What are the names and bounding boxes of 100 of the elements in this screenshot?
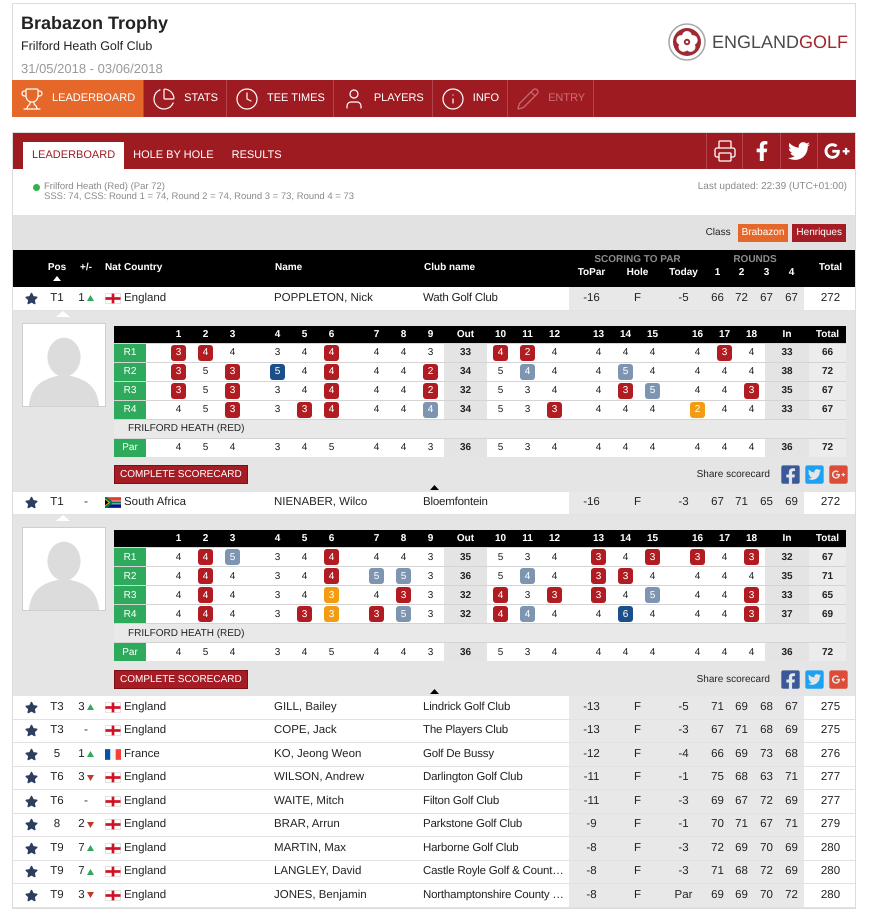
round-score: 66 [706,287,729,310]
round-score: 69 [729,837,754,860]
complete-scorecard-button[interactable]: COMPLETE SCORECARD [114,670,248,688]
favourite-star-icon[interactable] [25,748,38,761]
logo-wordmark: ENGLANDGOLF [712,31,848,53]
column-header[interactable]: 4 [788,267,794,279]
position: 5 [54,746,60,762]
hole-score: 4 [374,346,380,360]
hole-score: 4 [198,344,213,360]
par-value: 4 [400,646,406,660]
hole-score: 4 [722,588,728,602]
par-label: Par [114,438,146,456]
total-score: 72 [809,643,846,661]
favourite-star-icon[interactable] [25,818,38,832]
class-option[interactable]: Henriques [792,224,846,242]
nav-tab[interactable]: TEE TIMES [226,80,334,117]
hole-score: 3 [428,346,434,360]
today-score: -3 [661,492,706,514]
round-score: 69 [779,492,804,514]
caret-up-icon [430,484,438,490]
to-par-score: -8 [569,884,614,906]
column-header[interactable]: 2 [738,267,744,279]
hole-number: 8 [400,328,406,342]
hole-score: 3 [225,402,240,418]
hole-score: 4 [622,346,628,360]
hole-status: F [614,766,661,789]
hole-score: 3 [547,587,562,603]
facebook-icon[interactable] [780,668,801,690]
position-change: - [84,723,88,738]
par-value: 3 [428,441,434,455]
hole-number: 14 [620,328,632,342]
facebook-icon[interactable] [780,464,801,485]
par-value: 4 [748,646,754,660]
total-score: 276 [820,746,840,762]
favourite-star-icon[interactable] [25,700,38,714]
hole-score: 4 [552,346,558,360]
hole-score: 3 [524,588,530,602]
today-score: -1 [661,814,706,836]
hole-score: 4 [650,608,656,622]
hole-score: 3 [428,608,434,622]
hole-score: 5 [498,570,504,584]
total-score: 280 [820,864,840,880]
complete-scorecard-button[interactable]: COMPLETE SCORECARD [114,465,248,484]
column-header[interactable]: 3 [764,267,770,279]
clock-icon [234,86,259,110]
country-name: England [124,700,166,715]
column-header[interactable]: Club name [423,262,476,274]
hole-score: 4 [694,570,700,584]
favourite-star-icon[interactable] [25,842,38,855]
hole-score: 3 [547,402,562,418]
column-header[interactable]: Total [818,262,842,274]
club-name: Harborne Golf Club [423,840,518,856]
par-value: 4 [622,441,628,455]
event-dates: 31/05/2018 - 03/06/2018 [21,61,163,77]
column-header[interactable]: Name [274,262,302,274]
nav-tab[interactable]: PLAYERS [334,80,433,117]
hole-score: 4 [324,568,339,584]
google-plus-icon[interactable] [828,464,849,485]
to-par-score: -16 [569,492,614,514]
hole-number: 18 [746,532,758,546]
column-header[interactable]: Pos [48,262,66,281]
hole-score: 5 [645,382,660,398]
hole-score: 5 [202,403,208,417]
hole-number: 8 [400,532,406,546]
favourite-star-icon[interactable] [25,794,38,808]
column-header[interactable]: Hole [626,267,648,279]
google-plus-icon[interactable] [828,668,849,690]
position: T3 [50,723,64,738]
column-header[interactable]: 1 [714,267,720,279]
column-header: In [782,532,792,546]
total-score: 280 [820,840,840,856]
column-header[interactable]: Nat [104,262,122,274]
par-value: 4 [176,646,182,660]
hole-score: 4 [302,588,308,602]
hole-score: 4 [374,365,380,379]
nav-tab[interactable]: STATS [144,80,227,117]
tab[interactable]: LEADERBOARD [23,142,124,169]
favourite-star-icon[interactable] [25,865,38,878]
total-score: 67 [809,382,846,400]
tab[interactable]: RESULTS [222,142,291,169]
hole-score: 3 [171,382,186,398]
par-value: 4 [230,646,236,660]
favourite-star-icon[interactable] [25,888,38,902]
hole-number: 17 [718,328,730,342]
hole-score: 4 [374,588,380,602]
column-header[interactable]: Today [669,267,698,279]
favourite-star-icon[interactable] [25,292,38,305]
round-score: 71 [779,814,804,836]
column-header[interactable]: +/- [80,262,92,274]
favourite-star-icon[interactable] [25,771,38,784]
total-score: 272 [820,495,840,510]
favourite-star-icon[interactable] [25,724,38,738]
player-name: LANGLEY, David [274,864,362,880]
hole-score: 3 [690,549,705,565]
favourite-star-icon[interactable] [25,496,38,510]
column-header[interactable]: Country [123,262,162,274]
tab[interactable]: HOLE BY HOLE [124,142,223,169]
column-header[interactable]: ToPar [578,267,606,279]
nav-tab[interactable]: INFO [432,80,508,117]
in-score: 36 [765,643,809,661]
